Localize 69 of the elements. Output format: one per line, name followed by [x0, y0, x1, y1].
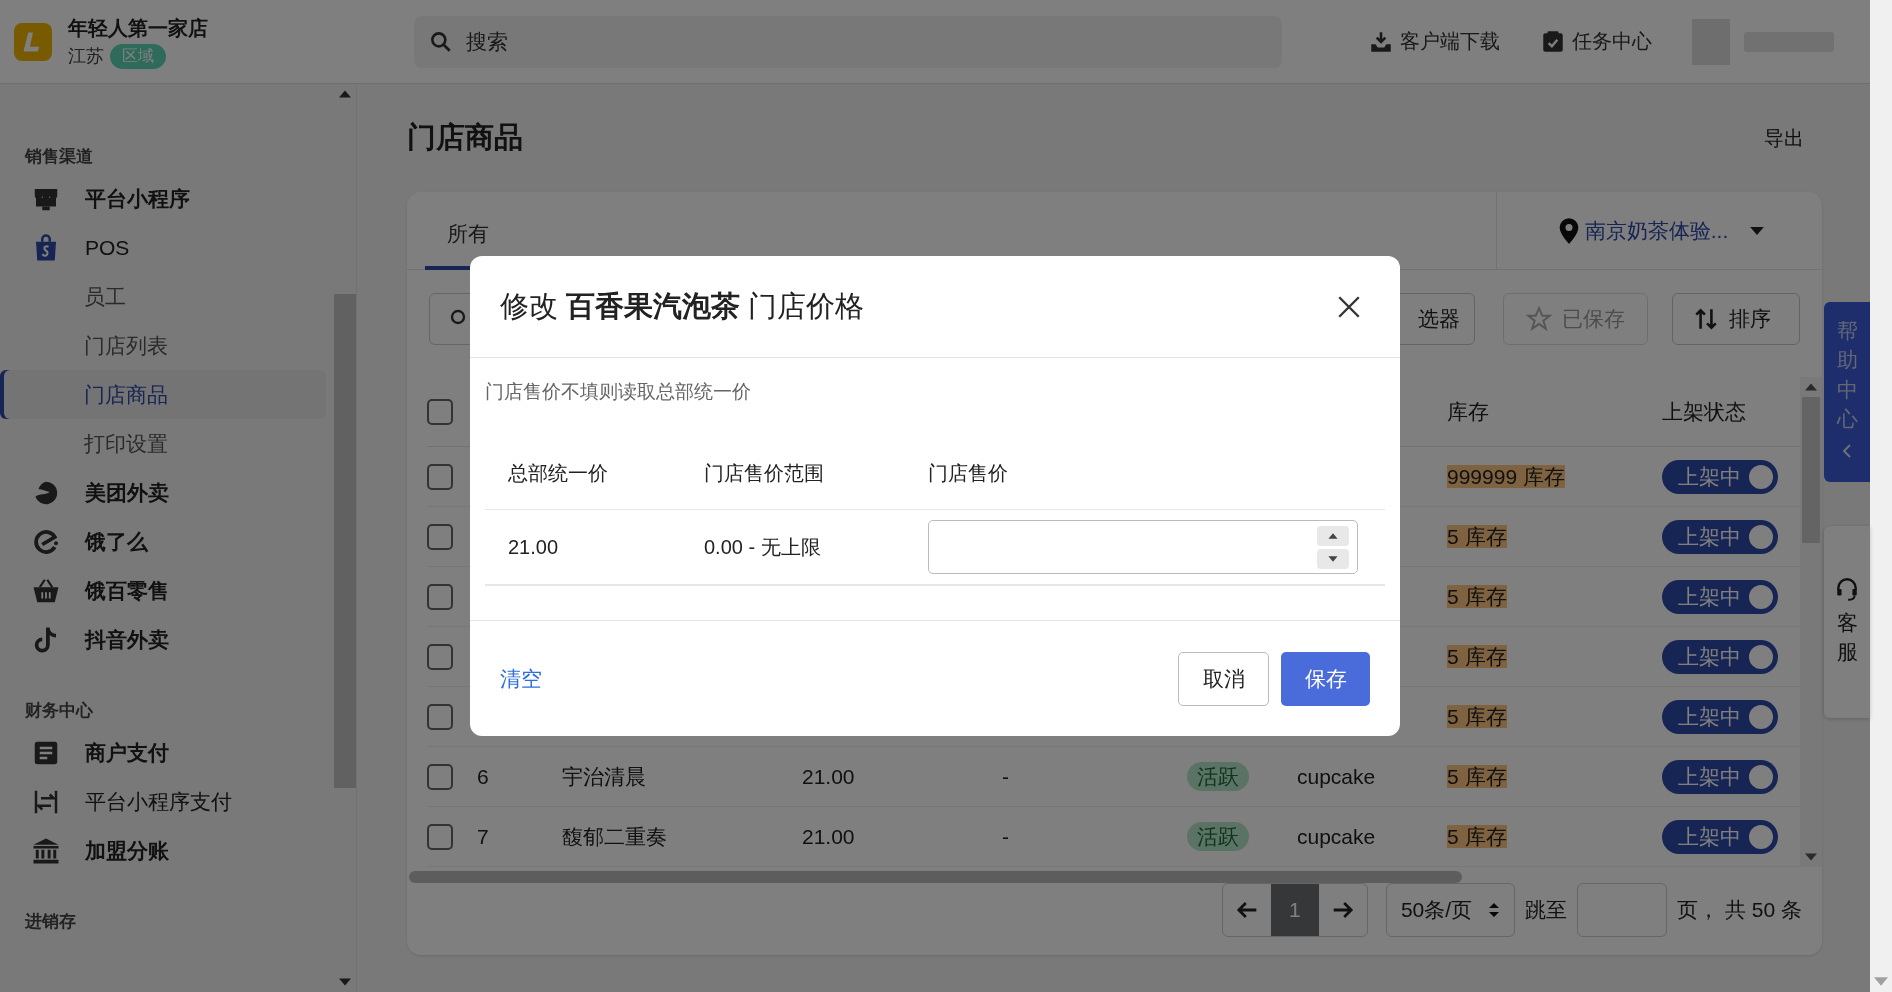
export-button[interactable]: 导出 — [1758, 123, 1810, 153]
sidebar-item[interactable]: 饿百零售 — [0, 566, 334, 615]
status-toggle[interactable]: 上架中 — [1662, 579, 1778, 614]
sort-button[interactable]: 排序 — [1672, 292, 1800, 345]
status-tag: 活跃 — [1187, 821, 1249, 851]
table-cell-text: 7 — [477, 824, 490, 849]
table-cell-text: - — [1002, 824, 1010, 849]
table-cell-text: 21.00 — [508, 535, 560, 559]
column-header: 总部统一价 — [508, 461, 609, 486]
sidebar-item[interactable]: POS — [0, 223, 334, 272]
stock-label: 999999 库存 — [1447, 464, 1565, 488]
store-name: 年轻人第一家店 — [68, 15, 208, 41]
sidebar-item[interactable]: 美团外卖 — [0, 468, 334, 517]
table-cell-text: 21.00 — [802, 824, 856, 849]
column-header: 门店售价范围 — [704, 461, 825, 486]
table-cell-text: 宇治清晨 — [562, 763, 647, 790]
column-header: 门店售价 — [928, 461, 1009, 486]
stock-label: 5 库存 — [1447, 764, 1507, 788]
status-toggle[interactable]: 上架中 — [1662, 759, 1778, 794]
table-cell-text: 21.00 — [802, 764, 856, 789]
hint-text: 门店售价不填则读取总部统一价 — [485, 380, 752, 404]
table-cell-text: cupcake — [1297, 824, 1377, 849]
sidebar-subitem[interactable]: 打印设置 — [4, 419, 326, 468]
sidebar-item[interactable]: 平台小程序 — [0, 174, 334, 223]
sidebar-item[interactable]: 抖音外卖 — [0, 615, 334, 664]
page-title: 门店商品 — [407, 120, 523, 155]
status-toggle[interactable]: 上架中 — [1662, 519, 1778, 554]
customer-service-tab[interactable]: 客服 — [1824, 526, 1870, 718]
page-number[interactable]: 1 — [1270, 884, 1319, 936]
search-field[interactable]: 搜索 — [414, 15, 1282, 68]
status-toggle[interactable]: 上架中 — [1662, 699, 1778, 734]
sidebar-heading: 进销存 — [24, 911, 77, 933]
help-center-tab[interactable]: 帮助中心 — [1824, 302, 1870, 482]
sidebar-subitem[interactable]: 门店列表 — [4, 321, 326, 370]
sidebar-subitem[interactable]: 员工 — [4, 272, 326, 321]
sidebar-item[interactable]: 饿了么 — [0, 517, 334, 566]
stock-label: 5 库存 — [1447, 524, 1507, 548]
clear-link[interactable]: 清空 — [500, 664, 542, 693]
sidebar-heading: 销售渠道 — [23, 146, 94, 168]
header-link[interactable]: 任务中心 — [1540, 28, 1652, 55]
sidebar-item[interactable]: 商户支付 — [0, 728, 334, 777]
stock-label: 5 库存 — [1447, 584, 1507, 608]
status-tag: 活跃 — [1187, 761, 1249, 791]
table-cell-text: cupcake — [1297, 764, 1377, 789]
stock-label: 5 库存 — [1447, 824, 1507, 848]
save-button[interactable]: 保存 — [1281, 651, 1370, 706]
jump-label: 跳至 — [1525, 897, 1568, 923]
sidebar-heading: 财务中心 — [24, 700, 94, 722]
stock-label: 5 库存 — [1447, 704, 1507, 728]
total-label: 页， 共 50 条 — [1677, 897, 1802, 923]
dialog-title: 修改 百香果汽泡茶 门店价格 — [500, 288, 865, 324]
sidebar-item[interactable]: 加盟分账 — [0, 826, 334, 875]
header-link[interactable]: 客户端下载 — [1368, 28, 1500, 55]
location-selector[interactable]: 南京奶茶体验... — [1554, 215, 1765, 246]
table-cell-text: 0.00 - 无上限 — [704, 534, 822, 560]
page-size-select[interactable]: 50条/页 — [1385, 883, 1516, 937]
table-cell-text: 6 — [477, 764, 490, 789]
region-label: 江苏 — [68, 45, 104, 68]
table-cell-text: - — [1002, 764, 1010, 789]
table-cell-text: 馥郁二重奏 — [562, 823, 668, 850]
column-header: 上架状态 — [1662, 398, 1747, 425]
sidebar-item[interactable]: 平台小程序支付 — [0, 777, 334, 826]
cancel-button[interactable]: 取消 — [1178, 651, 1269, 706]
status-toggle[interactable]: 上架中 — [1662, 459, 1778, 494]
column-header: 库存 — [1447, 398, 1490, 425]
region-badge: 区域 — [110, 43, 166, 69]
stock-label: 5 库存 — [1447, 644, 1507, 668]
status-toggle[interactable]: 上架中 — [1662, 639, 1778, 674]
status-toggle[interactable]: 上架中 — [1662, 819, 1778, 854]
